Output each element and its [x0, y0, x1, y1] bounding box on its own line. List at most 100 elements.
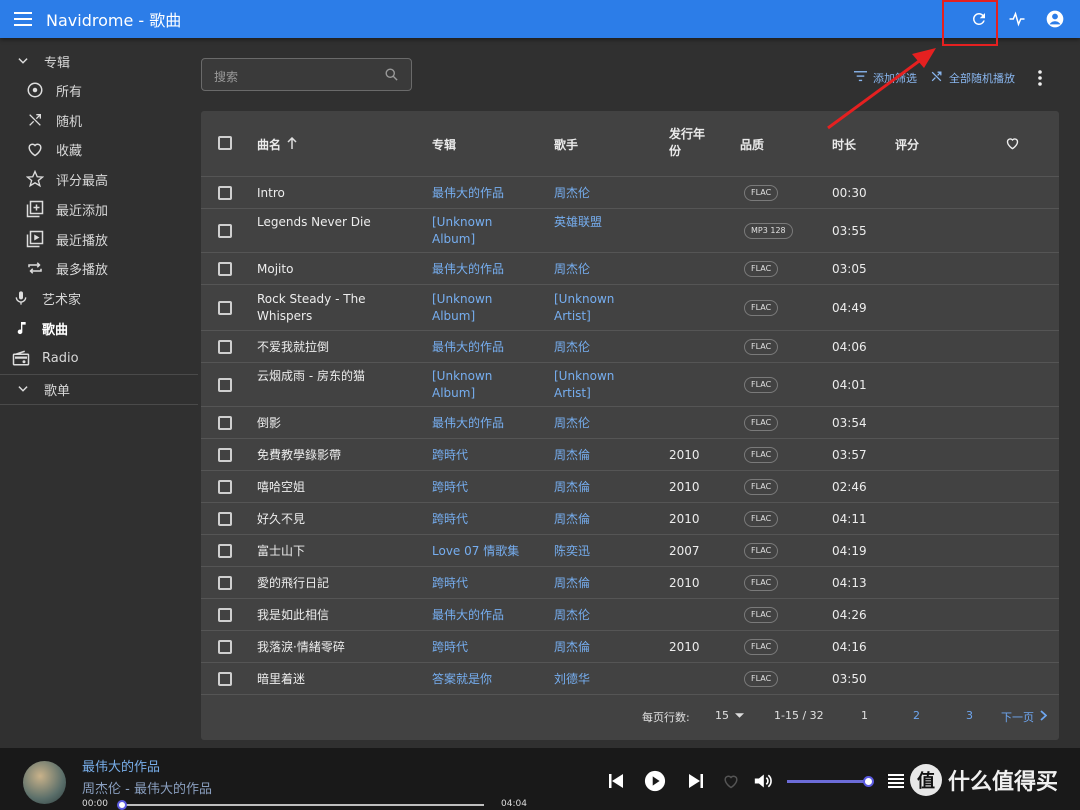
artist-link[interactable]: 周杰倫	[554, 479, 590, 496]
row-checkbox[interactable]	[218, 608, 232, 622]
play-icon[interactable]	[644, 770, 666, 792]
sidebar-item-recently-added[interactable]: 最近添加	[26, 194, 108, 224]
select-all-checkbox[interactable]	[218, 136, 232, 150]
row-checkbox[interactable]	[218, 340, 232, 354]
sidebar-item-songs[interactable]: 歌曲	[12, 313, 68, 343]
album-link[interactable]: [Unknown Album]	[432, 291, 512, 325]
table-row[interactable]: Legends Never Die [Unknown Album] 英雄联盟 MP3 …	[201, 209, 1059, 253]
search-input[interactable]: 搜索	[201, 58, 412, 91]
row-checkbox[interactable]	[218, 301, 232, 315]
column-quality[interactable]: 品质	[740, 136, 764, 153]
album-link[interactable]: [Unknown Album]	[432, 368, 512, 402]
volume-slider[interactable]	[787, 776, 874, 787]
album-link[interactable]: 最伟大的作品	[432, 415, 504, 432]
album-link[interactable]: 跨時代	[432, 575, 468, 592]
artist-link[interactable]: 周杰伦	[554, 185, 590, 202]
sidebar-item-random[interactable]: 随机	[26, 105, 82, 135]
column-title[interactable]: 曲名	[257, 136, 297, 153]
more-vert-icon[interactable]	[1030, 68, 1050, 88]
progress-bar[interactable]	[117, 800, 484, 810]
table-row[interactable]: 不爱我就拉倒 最伟大的作品 周杰伦 FLAC 04:06	[201, 331, 1059, 363]
previous-track-icon[interactable]	[605, 770, 627, 792]
artist-link[interactable]: 周杰倫	[554, 447, 590, 464]
account-icon[interactable]	[1044, 8, 1066, 30]
queue-icon[interactable]	[885, 770, 907, 792]
progress-knob[interactable]	[117, 800, 127, 810]
next-track-icon[interactable]	[685, 770, 707, 792]
volume-knob[interactable]	[863, 776, 874, 787]
artist-link[interactable]: 周杰伦	[554, 339, 590, 356]
column-year[interactable]: 发行年份	[669, 126, 709, 160]
album-link[interactable]: 最伟大的作品	[432, 261, 504, 278]
album-link[interactable]: Love 07 情歌集	[432, 543, 519, 560]
sidebar-item-all[interactable]: 所有	[26, 75, 82, 105]
sidebar-playlists[interactable]: 歌单	[14, 374, 70, 404]
artist-link[interactable]: 周杰伦	[554, 607, 590, 624]
sidebar-item-artists[interactable]: 艺术家	[12, 283, 81, 313]
row-checkbox[interactable]	[218, 448, 232, 462]
column-album[interactable]: 专辑	[432, 136, 456, 153]
artist-link[interactable]: [Unknown Artist]	[554, 368, 634, 402]
rows-per-page-select[interactable]: 15	[715, 709, 744, 722]
row-checkbox[interactable]	[218, 262, 232, 276]
row-checkbox[interactable]	[218, 378, 232, 392]
artist-link[interactable]: 周杰伦	[554, 415, 590, 432]
row-checkbox[interactable]	[218, 640, 232, 654]
sidebar-item-recently-played[interactable]: 最近播放	[26, 224, 108, 254]
row-checkbox[interactable]	[218, 480, 232, 494]
table-row[interactable]: 云烟成雨 - 房东的猫 [Unknown Album] [Unknown Artis…	[201, 363, 1059, 407]
table-row[interactable]: 愛的飛行日記 跨時代 周杰倫 2010 FLAC 04:13	[201, 567, 1059, 599]
column-artist[interactable]: 歌手	[554, 136, 578, 153]
table-row[interactable]: 暗里着迷 答案就是你 刘德华 FLAC 03:50	[201, 663, 1059, 695]
table-row[interactable]: 富士山下 Love 07 情歌集 陈奕迅 2007 FLAC 04:19	[201, 535, 1059, 567]
row-checkbox[interactable]	[218, 672, 232, 686]
row-checkbox[interactable]	[218, 576, 232, 590]
sidebar-albums[interactable]: 专辑	[14, 46, 70, 76]
table-row[interactable]: 免費教學錄影帶 跨時代 周杰倫 2010 FLAC 03:57	[201, 439, 1059, 471]
artist-link[interactable]: 周杰倫	[554, 511, 590, 528]
table-row[interactable]: 好久不見 跨時代 周杰倫 2010 FLAC 04:11	[201, 503, 1059, 535]
column-rating[interactable]: 评分	[895, 136, 919, 153]
album-link[interactable]: [Unknown Album]	[432, 214, 512, 248]
album-cover[interactable]	[23, 761, 66, 804]
artist-link[interactable]: 英雄联盟	[554, 214, 634, 231]
table-row[interactable]: Mojito 最伟大的作品 周杰伦 FLAC 03:05	[201, 253, 1059, 285]
row-checkbox[interactable]	[218, 512, 232, 526]
page-1[interactable]: 1	[861, 709, 868, 722]
now-playing-title[interactable]: 最伟大的作品	[82, 756, 160, 775]
menu-icon[interactable]	[12, 8, 34, 30]
next-page-button[interactable]: 下一页	[1001, 709, 1048, 725]
artist-link[interactable]: 周杰倫	[554, 639, 590, 656]
row-checkbox[interactable]	[218, 544, 232, 558]
album-link[interactable]: 答案就是你	[432, 671, 492, 688]
artist-link[interactable]: 周杰伦	[554, 261, 590, 278]
artist-link[interactable]: 刘德华	[554, 671, 590, 688]
sidebar-item-radio[interactable]: Radio	[12, 343, 79, 373]
sidebar-item-favorites[interactable]: 收藏	[26, 134, 82, 164]
artist-link[interactable]: 陈奕迅	[554, 543, 590, 560]
album-link[interactable]: 跨時代	[432, 447, 468, 464]
activity-icon[interactable]	[1006, 8, 1028, 30]
table-row[interactable]: 倒影 最伟大的作品 周杰伦 FLAC 03:54	[201, 407, 1059, 439]
table-row[interactable]: 我是如此相信 最伟大的作品 周杰伦 FLAC 04:26	[201, 599, 1059, 631]
album-link[interactable]: 最伟大的作品	[432, 607, 504, 624]
row-checkbox[interactable]	[218, 186, 232, 200]
album-link[interactable]: 跨時代	[432, 479, 468, 496]
table-row[interactable]: Intro 最伟大的作品 周杰伦 FLAC 00:30	[201, 177, 1059, 209]
album-link[interactable]: 最伟大的作品	[432, 185, 504, 202]
row-checkbox[interactable]	[218, 224, 232, 238]
table-row[interactable]: 我落淚·情緒零碎 跨時代 周杰倫 2010 FLAC 04:16	[201, 631, 1059, 663]
sidebar-item-most-played[interactable]: 最多播放	[26, 253, 108, 283]
album-link[interactable]: 跨時代	[432, 639, 468, 656]
artist-link[interactable]: [Unknown Artist]	[554, 291, 634, 325]
page-3[interactable]: 3	[966, 709, 973, 722]
album-link[interactable]: 最伟大的作品	[432, 339, 504, 356]
table-row[interactable]: 嘻哈空姐 跨時代 周杰倫 2010 FLAC 02:46	[201, 471, 1059, 503]
heart-icon[interactable]	[720, 770, 742, 792]
page-2[interactable]: 2	[913, 709, 920, 722]
table-row[interactable]: Rock Steady - The Whispers [Unknown Album…	[201, 285, 1059, 331]
row-checkbox[interactable]	[218, 416, 232, 430]
artist-link[interactable]: 周杰倫	[554, 575, 590, 592]
shuffle-all-button[interactable]: 全部随机播放	[930, 69, 1015, 87]
heart-icon[interactable]	[1005, 136, 1020, 153]
